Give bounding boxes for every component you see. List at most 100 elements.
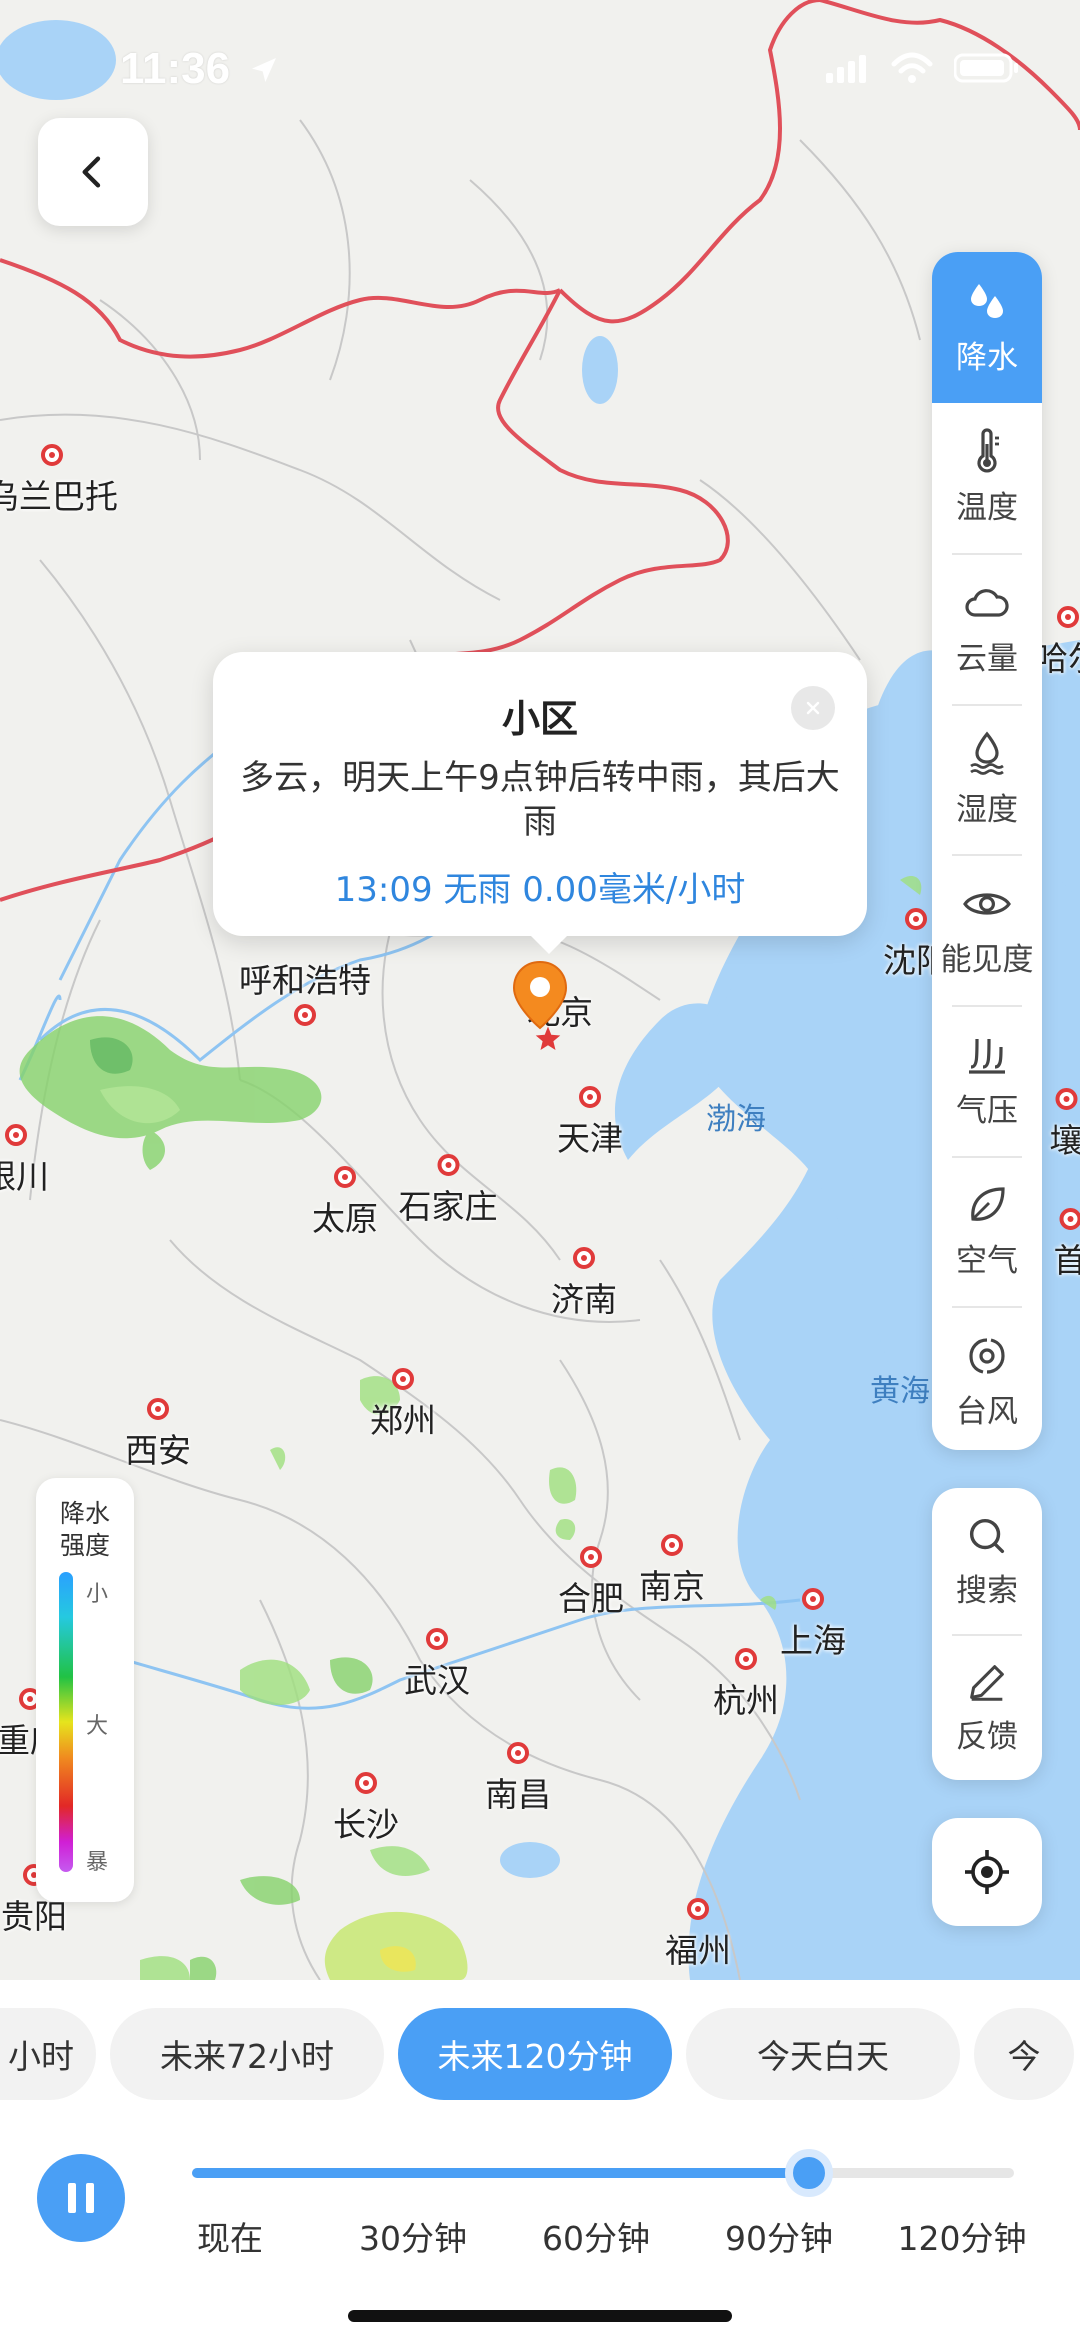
city-dot — [41, 444, 63, 466]
city-dot — [355, 1772, 377, 1794]
layer-air[interactable]: 空气 — [932, 1155, 1042, 1307]
city-dot — [802, 1588, 824, 1610]
popup-close-button[interactable] — [791, 686, 835, 730]
city-marker[interactable]: 西安 — [125, 1398, 191, 1472]
status-bar: 11:36 — [0, 0, 1080, 140]
city-marker[interactable]: 福州 — [665, 1898, 731, 1972]
city-name: 太原 — [312, 1199, 378, 1238]
tab-72-hours[interactable]: 未来72小时 — [110, 2008, 384, 2100]
layer-label: 能见度 — [940, 942, 1034, 979]
city-dot — [507, 1742, 529, 1764]
legend-tick: 大 — [86, 1714, 109, 1739]
humidity-icon — [970, 731, 1004, 775]
close-icon — [806, 701, 820, 715]
city-dot — [334, 1166, 356, 1188]
slider-thumb[interactable] — [784, 2149, 833, 2197]
home-indicator — [348, 2310, 732, 2322]
city-name: 银川 — [0, 1157, 49, 1196]
city-name: 呼和浩特 — [239, 961, 371, 1000]
legend-color-bar — [59, 1572, 73, 1872]
sea-label-huanghai: 黄海 — [870, 1374, 930, 1409]
thermometer-icon — [977, 428, 999, 473]
city-name: 长沙 — [333, 1805, 399, 1844]
city-dot — [687, 1898, 709, 1920]
city-dot — [1059, 1208, 1080, 1230]
city-name: 郑州 — [370, 1401, 436, 1440]
city-marker[interactable]: 郑州 — [370, 1368, 436, 1442]
layer-label: 云量 — [956, 640, 1018, 677]
layer-label: 台风 — [956, 1393, 1018, 1430]
typhoon-icon — [969, 1338, 1005, 1374]
city-dot — [661, 1534, 683, 1556]
city-marker[interactable]: 南昌 — [485, 1742, 551, 1816]
layer-temperature[interactable]: 温度 — [932, 403, 1042, 554]
weather-map[interactable]: 乌兰巴托 呼和浩特 天津 太原 石家庄 济南 郑州 西安 银川 合肥 南京 — [0, 0, 1080, 1980]
city-marker[interactable]: 银川 — [0, 1124, 49, 1198]
timeline-sheet: 小时 未来72小时 未来120分钟 今天白天 今 — [0, 1980, 1080, 2341]
slider-label: 90分钟 — [725, 2219, 833, 2258]
city-marker[interactable]: 太原 — [312, 1166, 378, 1240]
back-button[interactable] — [38, 118, 148, 226]
layer-typhoon[interactable]: 台风 — [932, 1306, 1042, 1450]
search-button[interactable]: 搜索 — [932, 1488, 1042, 1634]
city-name: 上海 — [780, 1621, 846, 1660]
city-marker[interactable]: 合肥 — [558, 1546, 624, 1620]
feedback-button[interactable]: 反馈 — [932, 1634, 1042, 1780]
city-dot — [580, 1546, 602, 1568]
pressure-icon — [969, 1038, 1005, 1074]
tab-hours[interactable]: 小时 — [0, 2008, 96, 2100]
layer-visibility[interactable]: 能见度 — [932, 854, 1042, 1005]
tab-120-minutes[interactable]: 未来120分钟 — [398, 2008, 672, 2100]
location-popup[interactable]: 小区 多云，明天上午9点钟后转中雨，其后大雨 13:09 无雨 0.00毫米/小… — [213, 652, 867, 954]
city-name: 合肥 — [558, 1579, 624, 1618]
layer-label: 气压 — [956, 1092, 1018, 1129]
layer-cloud[interactable]: 云量 — [932, 553, 1042, 704]
locate-button[interactable] — [932, 1818, 1042, 1926]
city-marker[interactable]: 乌兰巴托 — [0, 444, 118, 518]
tab-today-daytime[interactable]: 今天白天 — [686, 2008, 960, 2100]
status-indicators — [826, 52, 1020, 84]
city-marker[interactable]: 首 — [1054, 1208, 1080, 1282]
tab-today[interactable]: 今 — [974, 2008, 1074, 2100]
popup-title: 小区 — [501, 697, 578, 741]
city-marker[interactable]: 呼和浩特 — [239, 961, 371, 1026]
city-dot — [579, 1086, 601, 1108]
city-dot — [392, 1368, 414, 1390]
city-dot — [573, 1247, 595, 1269]
popup-rain-info: 13:09 无雨 0.00毫米/小时 — [334, 870, 746, 910]
legend-title: 降水 强度 — [36, 1498, 134, 1562]
slider-fill — [192, 2168, 809, 2178]
search-label: 搜索 — [956, 1572, 1018, 1609]
city-dot — [294, 1004, 316, 1026]
feedback-label: 反馈 — [956, 1718, 1018, 1755]
city-marker[interactable]: 上海 — [780, 1588, 846, 1662]
city-marker[interactable]: 武汉 — [404, 1628, 470, 1702]
city-name: 杭州 — [713, 1681, 779, 1720]
precipitation-icon — [971, 283, 1003, 318]
leaf-icon — [971, 1187, 1005, 1222]
legend-tick: 小 — [86, 1582, 109, 1607]
star-marker-icon — [535, 1026, 561, 1050]
legend-title-line: 降水 — [59, 1499, 110, 1528]
wifi-icon — [891, 52, 933, 83]
city-marker[interactable]: 济南 — [551, 1247, 617, 1321]
layer-precipitation[interactable]: 降水 — [932, 252, 1042, 403]
pause-icon — [68, 2183, 76, 2213]
city-name: 乌兰巴托 — [0, 477, 118, 516]
signal-icon — [826, 55, 866, 83]
city-name: 首 — [1053, 1241, 1080, 1280]
slider-label: 现在 — [197, 2219, 263, 2258]
timeline-slider[interactable] — [192, 2149, 1014, 2197]
city-marker[interactable]: 壤 — [1050, 1088, 1080, 1162]
layer-pressure[interactable]: 气压 — [932, 1004, 1042, 1156]
city-marker[interactable]: 长沙 — [333, 1772, 399, 1846]
city-marker[interactable]: 南京 — [639, 1534, 705, 1608]
layer-humidity[interactable]: 湿度 — [932, 703, 1042, 855]
pause-button[interactable] — [37, 2154, 125, 2242]
city-marker[interactable]: 杭州 — [713, 1648, 779, 1722]
city-marker[interactable]: 天津 — [557, 1086, 623, 1160]
city-dot — [905, 908, 927, 930]
city-name: 济南 — [551, 1280, 617, 1319]
city-marker[interactable]: 石家庄 — [399, 1154, 498, 1228]
pencil-icon — [970, 1664, 1004, 1701]
